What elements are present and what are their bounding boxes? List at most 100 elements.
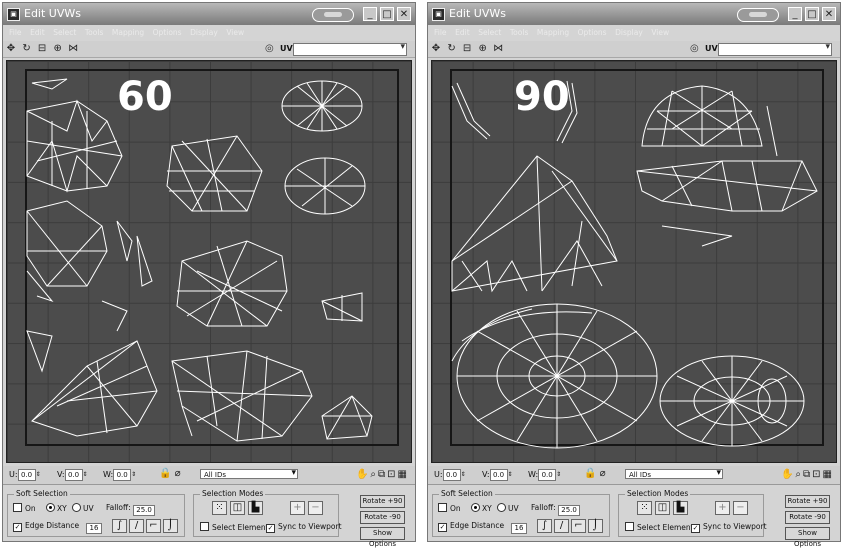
select-element-checkbox[interactable]: Select Element (625, 522, 694, 533)
rotate-plus-90-button[interactable]: Rotate +90 (785, 495, 830, 508)
u-field[interactable]: 0.0 (442, 469, 461, 481)
scale-icon[interactable]: ⊟ (462, 43, 472, 55)
maximize-icon[interactable]: □ (805, 7, 819, 21)
w-field[interactable]: 0.0 (538, 469, 557, 481)
select-element-checkbox[interactable]: Select Element (200, 522, 269, 533)
falloff-linear-icon[interactable]: / (554, 519, 569, 533)
v-field[interactable]: 0.0 (64, 469, 83, 481)
edge-distance-field[interactable]: 16 (511, 521, 527, 534)
face-mode-icon[interactable]: ▙ (673, 501, 688, 515)
freeform-icon[interactable]: ⊕ (478, 43, 488, 55)
soft-on-checkbox[interactable]: On (13, 503, 36, 514)
falloff-smooth-icon[interactable]: ∫ (112, 519, 127, 533)
maximize-icon[interactable]: □ (380, 7, 394, 21)
rotate-minus-90-button[interactable]: Rotate -90 (785, 511, 830, 524)
pill-toggle[interactable] (312, 8, 354, 22)
edge-mode-icon[interactable]: ◫ (655, 501, 670, 515)
falloff-fast-icon[interactable]: ⌡ (163, 519, 178, 533)
close-icon[interactable]: ✕ (397, 7, 411, 21)
move-icon[interactable]: ✥ (431, 43, 441, 55)
map-icon[interactable]: ◎ (265, 43, 277, 55)
minimize-icon[interactable]: _ (788, 7, 802, 21)
u-spinner[interactable]: ⇕ (461, 469, 467, 479)
vertex-mode-icon[interactable]: ⁙ (212, 501, 227, 515)
minimize-icon[interactable]: _ (363, 7, 377, 21)
shrink-selection-icon[interactable]: − (733, 501, 748, 515)
menu-display[interactable]: Display (190, 26, 218, 40)
menu-mapping[interactable]: Mapping (537, 26, 569, 40)
uv-radio[interactable]: UV (72, 503, 94, 514)
xy-radio[interactable]: XY (46, 503, 67, 514)
id-filter-dropdown[interactable]: All IDs (200, 468, 298, 479)
xy-radio[interactable]: XY (471, 503, 492, 514)
face-mode-icon[interactable]: ▙ (248, 501, 263, 515)
show-options-button[interactable]: Show Options (360, 527, 405, 548)
w-field[interactable]: 0.0 (113, 469, 132, 481)
scale-icon[interactable]: ⊟ (37, 43, 47, 55)
u-spinner[interactable]: ⇕ (36, 469, 42, 479)
lock-icon[interactable]: 🔒 ⌀ (159, 468, 181, 480)
edge-distance-checkbox[interactable]: ✓ Edge Distance (13, 521, 79, 532)
falloff-fast-icon[interactable]: ⌡ (588, 519, 603, 533)
falloff-smooth-icon[interactable]: ∫ (537, 519, 552, 533)
mirror-icon[interactable]: ⋈ (493, 43, 503, 55)
title-bar[interactable]: ▣ Edit UVWs _ □ ✕ (3, 3, 415, 25)
close-icon[interactable]: ✕ (822, 7, 836, 21)
uv-viewport[interactable]: 90 (431, 60, 837, 463)
edge-distance-field[interactable]: 16 (86, 521, 102, 534)
grow-selection-icon[interactable]: + (290, 501, 305, 515)
menu-select[interactable]: Select (53, 26, 76, 40)
move-icon[interactable]: ✥ (6, 43, 16, 55)
falloff-field[interactable]: Falloff: 25.0 (106, 503, 156, 516)
mirror-icon[interactable]: ⋈ (68, 43, 78, 55)
map-icon[interactable]: ◎ (690, 43, 702, 55)
grow-selection-icon[interactable]: + (715, 501, 730, 515)
u-field[interactable]: 0.0 (17, 469, 36, 481)
v-field[interactable]: 0.0 (489, 469, 508, 481)
menu-file[interactable]: File (9, 26, 22, 40)
map-dropdown[interactable] (293, 42, 407, 56)
menu-options[interactable]: Options (153, 26, 182, 40)
falloff-slow-icon[interactable]: ⌐ (146, 519, 161, 533)
uv-radio[interactable]: UV (497, 503, 519, 514)
navigation-icons[interactable]: ✋⌕⧉⊡▦ (781, 469, 834, 480)
soft-on-checkbox[interactable]: On (438, 503, 461, 514)
falloff-field[interactable]: Falloff: 25.0 (531, 503, 581, 516)
map-dropdown[interactable] (718, 42, 832, 56)
falloff-slow-icon[interactable]: ⌐ (571, 519, 586, 533)
menu-view[interactable]: View (651, 26, 669, 40)
falloff-linear-icon[interactable]: / (129, 519, 144, 533)
w-spinner[interactable]: ⇕ (131, 469, 137, 479)
lock-icon[interactable]: 🔒 ⌀ (584, 468, 606, 480)
menu-select[interactable]: Select (478, 26, 501, 40)
edge-mode-icon[interactable]: ◫ (230, 501, 245, 515)
id-filter-dropdown[interactable]: All IDs (625, 468, 723, 479)
menu-tools[interactable]: Tools (85, 26, 103, 40)
uv-viewport[interactable]: 60 (6, 60, 412, 463)
edge-distance-checkbox[interactable]: ✓ Edge Distance (438, 521, 504, 532)
sync-viewport-checkbox[interactable]: ✓ Sync to Viewport (691, 522, 767, 533)
menu-edit[interactable]: Edit (455, 26, 470, 40)
rotate-minus-90-button[interactable]: Rotate -90 (360, 511, 405, 524)
navigation-icons[interactable]: ✋⌕⧉⊡▦ (356, 469, 409, 480)
menu-file[interactable]: File (434, 26, 447, 40)
vertex-mode-icon[interactable]: ⁙ (637, 501, 652, 515)
shrink-selection-icon[interactable]: − (308, 501, 323, 515)
v-spinner[interactable]: ⇕ (508, 469, 514, 479)
w-spinner[interactable]: ⇕ (556, 469, 562, 479)
sync-viewport-checkbox[interactable]: ✓ Sync to Viewport (266, 522, 342, 533)
rotate-plus-90-button[interactable]: Rotate +90 (360, 495, 405, 508)
menu-display[interactable]: Display (615, 26, 643, 40)
title-bar[interactable]: ▣ Edit UVWs _ □ ✕ (428, 3, 840, 25)
pill-toggle[interactable] (737, 8, 779, 22)
menu-tools[interactable]: Tools (510, 26, 528, 40)
menu-mapping[interactable]: Mapping (112, 26, 144, 40)
rotate-icon[interactable]: ↻ (447, 43, 457, 55)
menu-options[interactable]: Options (578, 26, 607, 40)
rotate-icon[interactable]: ↻ (22, 43, 32, 55)
show-options-button[interactable]: Show Options (785, 527, 830, 548)
freeform-icon[interactable]: ⊕ (53, 43, 63, 55)
menu-edit[interactable]: Edit (30, 26, 45, 40)
menu-view[interactable]: View (226, 26, 244, 40)
v-spinner[interactable]: ⇕ (83, 469, 89, 479)
